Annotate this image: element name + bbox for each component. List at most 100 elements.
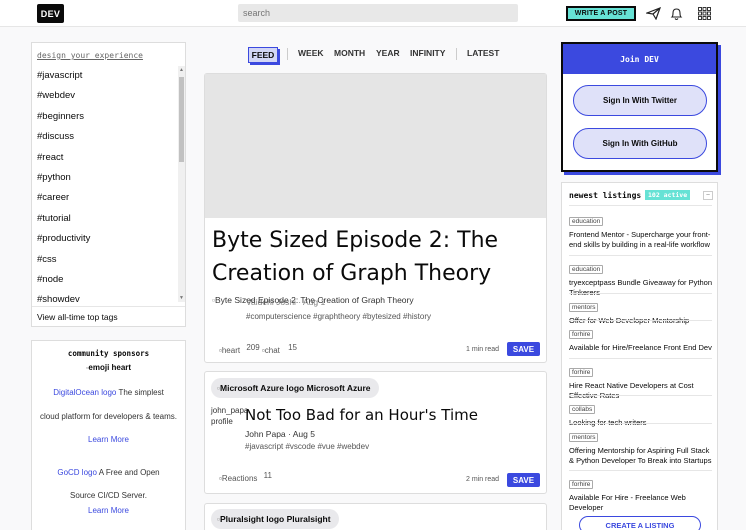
post-tags[interactable]: #computerscience #graphtheory #bytesized… bbox=[246, 312, 431, 321]
tag-item[interactable]: #productivity bbox=[37, 229, 177, 249]
top-bar: DEV WRITE A POST bbox=[0, 0, 746, 27]
tag-item[interactable]: #javascript bbox=[37, 66, 177, 86]
tag-item[interactable]: #tutorial bbox=[37, 209, 177, 229]
sponsor-text: Source CI/CD Server. bbox=[70, 491, 147, 500]
listing-title[interactable]: Available For Hire - Freelance Web Devel… bbox=[569, 493, 712, 513]
listing-category[interactable]: forhire bbox=[569, 368, 594, 377]
listing-category[interactable]: forhire bbox=[569, 480, 594, 489]
post-tags[interactable]: #javascript #vscode #vue #webdev bbox=[245, 442, 369, 451]
divider bbox=[569, 320, 712, 321]
reactions-row: ▫Reactions 11 bbox=[219, 471, 272, 483]
tag-item[interactable]: #webdev bbox=[37, 86, 177, 106]
listing-item[interactable]: mentors Offer for Web Developer Mentorsh… bbox=[569, 296, 712, 326]
listing-title[interactable]: Offering Mentorship for Aspiring Full St… bbox=[569, 446, 712, 466]
emoji-heart-image: ▫emoji heart bbox=[32, 363, 185, 372]
listing-item[interactable]: forhire Available For Hire - Freelance W… bbox=[569, 473, 712, 513]
listings-title[interactable]: newest listings bbox=[569, 191, 641, 200]
tab-feed[interactable]: FEED bbox=[248, 47, 278, 63]
tab-week[interactable]: WEEK bbox=[298, 48, 324, 58]
listing-title[interactable]: Available for Hire/Freelance Front End D… bbox=[569, 343, 712, 353]
sponsor-text: A Free and Open bbox=[98, 468, 160, 477]
tag-list-scrollbar[interactable]: ▲ ▼ bbox=[178, 66, 185, 302]
divider bbox=[569, 395, 712, 396]
author-meta[interactable]: John Papa · Aug 5 bbox=[245, 429, 315, 439]
divider bbox=[569, 358, 712, 359]
scroll-thumb[interactable] bbox=[179, 77, 184, 162]
post-card[interactable]: ▫ Pluralsight logo Pluralsight bbox=[204, 503, 547, 530]
divider bbox=[569, 255, 712, 256]
scroll-down-arrow-icon[interactable]: ▼ bbox=[178, 294, 185, 302]
save-button[interactable]: SAVE bbox=[507, 473, 540, 487]
sponsor-text: cloud platform for developers & teams. bbox=[40, 412, 177, 421]
divider bbox=[569, 205, 712, 206]
post-title[interactable]: Not Too Bad for an Hour's Time bbox=[245, 406, 478, 424]
write-post-button[interactable]: WRITE A POST bbox=[566, 6, 636, 21]
create-listing-button[interactable]: CREATE A LISTING bbox=[579, 516, 701, 530]
tab-latest[interactable]: LATEST bbox=[467, 48, 499, 58]
listing-category[interactable]: mentors bbox=[569, 303, 599, 312]
tag-item[interactable]: #node bbox=[37, 270, 177, 290]
nav-divider bbox=[287, 48, 288, 60]
post-title[interactable]: Byte Sized Episode 2: The Creation of Gr… bbox=[212, 224, 537, 290]
learn-more-link[interactable]: Learn More bbox=[40, 434, 177, 446]
sign-in-github-button[interactable]: Sign In With GitHub bbox=[573, 128, 707, 159]
bell-icon[interactable] bbox=[668, 6, 684, 21]
listing-category[interactable]: education bbox=[569, 265, 604, 274]
tab-year[interactable]: YEAR bbox=[376, 48, 400, 58]
sponsors-panel: community sponsors ▫emoji heart DigitalO… bbox=[31, 340, 186, 530]
tag-item[interactable]: #css bbox=[37, 250, 177, 270]
gocd-logo[interactable]: GoCD logo bbox=[57, 468, 97, 477]
dev-logo[interactable]: DEV bbox=[37, 4, 64, 23]
learn-more-link[interactable]: Learn More bbox=[40, 505, 177, 517]
listing-item[interactable]: education tryexceptpass Bundle Giveaway … bbox=[569, 258, 712, 298]
listing-category[interactable]: forhire bbox=[569, 330, 594, 339]
view-top-tags-link[interactable]: View all-time top tags bbox=[32, 306, 185, 327]
org-badge[interactable]: ▫ Pluralsight logo Pluralsight bbox=[211, 509, 339, 529]
tag-item[interactable]: #react bbox=[37, 148, 177, 168]
design-experience-link[interactable]: design your experience bbox=[37, 51, 143, 60]
avatar[interactable]: john_papa profile bbox=[211, 405, 248, 427]
org-badge[interactable]: ▫ Microsoft Azure logo Microsoft Azure bbox=[211, 378, 379, 398]
comment-count: 15 bbox=[288, 343, 298, 352]
divider bbox=[569, 293, 712, 294]
send-icon[interactable] bbox=[645, 6, 661, 21]
cover-image[interactable] bbox=[205, 74, 546, 218]
listing-item[interactable]: forhire Available for Hire/Freelance Fro… bbox=[569, 323, 712, 353]
author-meta[interactable]: Vaidehi Joshi · Aug 1 bbox=[246, 297, 325, 307]
search-input[interactable] bbox=[238, 4, 518, 22]
tag-list[interactable]: #javascript #webdev #beginners #discuss … bbox=[37, 66, 177, 302]
save-button[interactable]: SAVE bbox=[507, 342, 540, 356]
listing-category[interactable]: collabs bbox=[569, 405, 596, 414]
divider bbox=[569, 470, 712, 471]
tab-month[interactable]: MONTH bbox=[334, 48, 365, 58]
tag-item[interactable]: #showdev bbox=[37, 290, 177, 302]
listing-item[interactable]: mentors Offering Mentorship for Aspiring… bbox=[569, 426, 712, 466]
read-time: 2 min read bbox=[466, 476, 500, 483]
collapse-icon[interactable]: – bbox=[703, 191, 713, 200]
listing-category[interactable]: mentors bbox=[569, 433, 599, 442]
tag-item[interactable]: #discuss bbox=[37, 127, 177, 147]
tag-item[interactable]: #career bbox=[37, 188, 177, 208]
scroll-up-arrow-icon[interactable]: ▲ bbox=[178, 66, 185, 74]
post-card[interactable]: ▫ Microsoft Azure logo Microsoft Azure jo… bbox=[204, 371, 547, 494]
sign-in-twitter-button[interactable]: Sign In With Twitter bbox=[573, 85, 707, 116]
nav-divider bbox=[456, 48, 457, 60]
listing-category[interactable]: education bbox=[569, 217, 604, 226]
heart-count: 209 bbox=[246, 343, 260, 352]
digitalocean-logo[interactable]: DigitalOcean logo bbox=[53, 388, 116, 397]
join-panel: Join DEV Sign In With Twitter Sign In Wi… bbox=[561, 42, 718, 172]
tab-infinity[interactable]: INFINITY bbox=[410, 48, 445, 58]
tags-panel: design your experience #javascript #webd… bbox=[31, 42, 186, 327]
apps-grid-icon[interactable] bbox=[696, 6, 712, 21]
listing-item[interactable]: education Frontend Mentor - Supercharge … bbox=[569, 210, 712, 250]
featured-post-card[interactable]: Byte Sized Episode 2: The Creation of Gr… bbox=[204, 73, 547, 363]
tag-item[interactable]: #python bbox=[37, 168, 177, 188]
listing-title[interactable]: Frontend Mentor - Supercharge your front… bbox=[569, 230, 712, 250]
reaction-count: 11 bbox=[263, 471, 272, 480]
read-time: 1 min read bbox=[466, 346, 500, 353]
sponsor-text: The simplest bbox=[118, 388, 164, 397]
sponsors-title: community sponsors bbox=[67, 349, 150, 358]
listing-title[interactable]: tryexceptpass Bundle Giveaway for Python… bbox=[569, 278, 712, 298]
tag-item[interactable]: #beginners bbox=[37, 107, 177, 127]
divider bbox=[569, 423, 712, 424]
